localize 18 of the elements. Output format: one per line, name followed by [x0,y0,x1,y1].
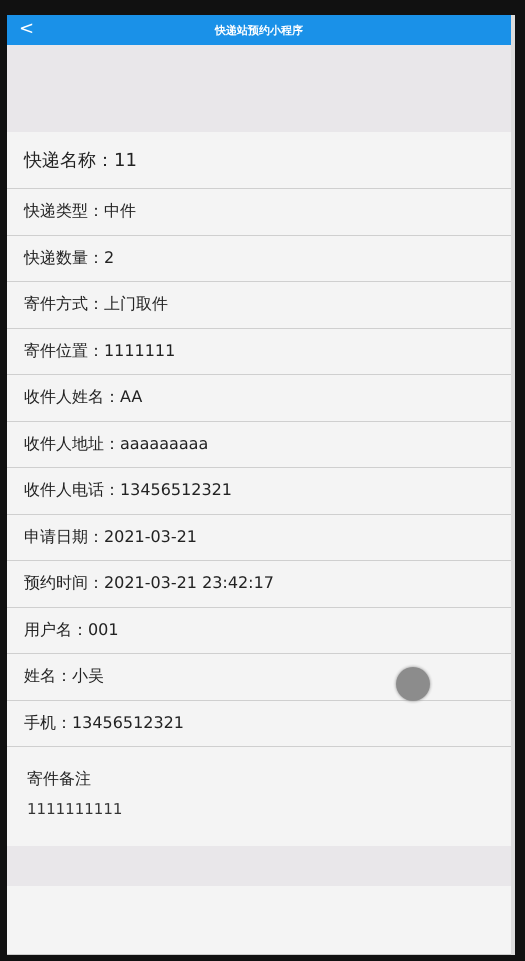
header-title: 快递站预约小程序 [215,22,303,38]
detail-text: 手机：13456512321 [24,712,184,734]
detail-text: 申请日期：2021-03-21 [24,526,197,548]
detail-text: 预约时间：2021-03-21 23:42:17 [24,573,274,594]
detail-text: 快递类型：中件 [24,201,136,222]
detail-text: 收件人姓名：AA [24,387,142,408]
detail-text: 快递名称：11 [24,149,137,172]
detail-text: 用户名：001 [24,620,119,641]
detail-text: 姓名：小吴 [24,666,104,688]
detail-text: 收件人地址：aaaaaaaaa [24,434,208,455]
back-button[interactable]: < [15,18,38,39]
detail-text: 寄件位置：1111111 [24,340,176,362]
detail-text: 快递数量：2 [24,248,114,269]
remark-label: 寄件备注 [27,769,91,790]
detail-text: 收件人电话：13456512321 [24,480,232,502]
remark-text: 1111111111 [27,800,122,818]
detail-text: 寄件方式：上门取件 [24,294,168,316]
touch-indicator [396,667,430,701]
